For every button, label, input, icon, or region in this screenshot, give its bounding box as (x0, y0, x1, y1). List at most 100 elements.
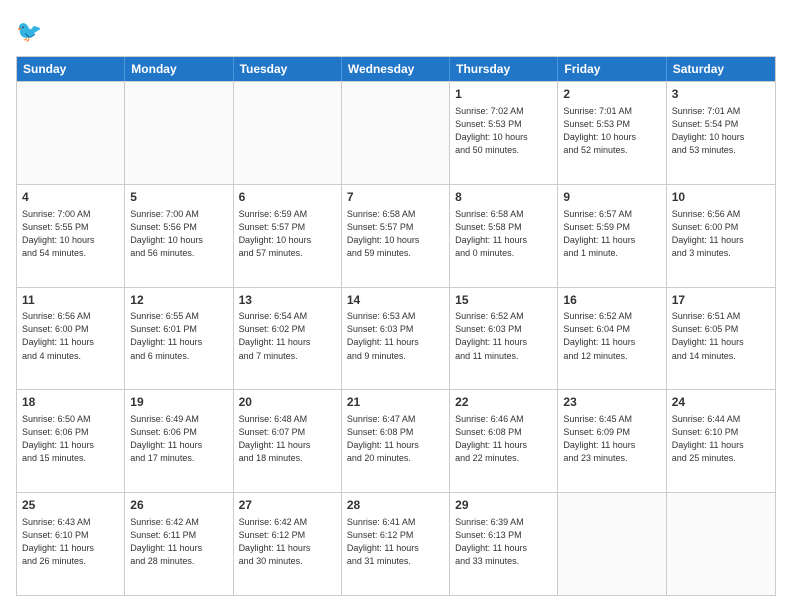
calendar-cell-r1-c6: 2Sunrise: 7:01 AM Sunset: 5:53 PM Daylig… (558, 82, 666, 184)
calendar-cell-r1-c2 (125, 82, 233, 184)
calendar-cell-r5-c2: 26 Sunrise: 6:42 AM Sunset: 6:11 PM Dayli… (125, 493, 233, 595)
day-number: 16 (563, 292, 660, 309)
header-sunday: Sunday (17, 57, 125, 81)
day-number: 21 (347, 394, 444, 411)
calendar-cell-r5-c4: 28Sunrise: 6:41 AM Sunset: 6:12 PM Dayli… (342, 493, 450, 595)
day-number: 18 (22, 394, 119, 411)
calendar-cell-r5-c6 (558, 493, 666, 595)
day-number: 20 (239, 394, 336, 411)
header-friday: Friday (558, 57, 666, 81)
calendar-cell-r2-c2: 5 Sunrise: 7:00 AM Sunset: 5:56 PM Daylig… (125, 185, 233, 287)
calendar-cell-r4-c3: 20 Sunrise: 6:48 AM Sunset: 6:07 PM Dayli… (234, 390, 342, 492)
day-number: 4 (22, 189, 119, 206)
day-info: Sunrise: 6:51 AM Sunset: 6:05 PM Dayligh… (672, 310, 770, 362)
day-info: Sunrise: 6:45 AM Sunset: 6:09 PM Dayligh… (563, 413, 660, 465)
day-number: 1 (455, 86, 552, 103)
day-info: Sunrise: 6:56 AM Sunset: 6:00 PM Dayligh… (672, 208, 770, 260)
day-info: Sunrise: 7:02 AM Sunset: 5:53 PM Dayligh… (455, 105, 552, 157)
calendar-cell-r5-c5: 29Sunrise: 6:39 AM Sunset: 6:13 PM Dayli… (450, 493, 558, 595)
logo: 🐦 (16, 16, 50, 46)
day-number: 19 (130, 394, 227, 411)
calendar-header: Sunday Monday Tuesday Wednesday Thursday… (17, 57, 775, 81)
header-monday: Monday (125, 57, 233, 81)
day-info: Sunrise: 6:58 AM Sunset: 5:58 PM Dayligh… (455, 208, 552, 260)
day-number: 11 (22, 292, 119, 309)
day-info: Sunrise: 6:53 AM Sunset: 6:03 PM Dayligh… (347, 310, 444, 362)
calendar-cell-r2-c5: 8Sunrise: 6:58 AM Sunset: 5:58 PM Daylig… (450, 185, 558, 287)
day-info: Sunrise: 6:43 AM Sunset: 6:10 PM Dayligh… (22, 516, 119, 568)
calendar-cell-r2-c1: 4 Sunrise: 7:00 AM Sunset: 5:55 PM Daylig… (17, 185, 125, 287)
calendar-cell-r4-c7: 24 Sunrise: 6:44 AM Sunset: 6:10 PM Dayli… (667, 390, 775, 492)
day-info: Sunrise: 6:44 AM Sunset: 6:10 PM Dayligh… (672, 413, 770, 465)
day-info: Sunrise: 6:52 AM Sunset: 6:03 PM Dayligh… (455, 310, 552, 362)
day-info: Sunrise: 6:42 AM Sunset: 6:11 PM Dayligh… (130, 516, 227, 568)
calendar-cell-r4-c2: 19 Sunrise: 6:49 AM Sunset: 6:06 PM Dayli… (125, 390, 233, 492)
day-info: Sunrise: 6:49 AM Sunset: 6:06 PM Dayligh… (130, 413, 227, 465)
header-saturday: Saturday (667, 57, 775, 81)
day-info: Sunrise: 6:52 AM Sunset: 6:04 PM Dayligh… (563, 310, 660, 362)
calendar-cell-r1-c5: 1 Sunrise: 7:02 AM Sunset: 5:53 PM Daylig… (450, 82, 558, 184)
calendar-cell-r3-c5: 15Sunrise: 6:52 AM Sunset: 6:03 PM Dayli… (450, 288, 558, 390)
calendar-cell-r2-c3: 6 Sunrise: 6:59 AM Sunset: 5:57 PM Daylig… (234, 185, 342, 287)
day-info: Sunrise: 6:56 AM Sunset: 6:00 PM Dayligh… (22, 310, 119, 362)
calendar-body: 1 Sunrise: 7:02 AM Sunset: 5:53 PM Daylig… (17, 81, 775, 595)
day-info: Sunrise: 7:00 AM Sunset: 5:55 PM Dayligh… (22, 208, 119, 260)
calendar-row-2: 4 Sunrise: 7:00 AM Sunset: 5:55 PM Daylig… (17, 184, 775, 287)
day-number: 17 (672, 292, 770, 309)
day-number: 15 (455, 292, 552, 309)
calendar-cell-r4-c1: 18 Sunrise: 6:50 AM Sunset: 6:06 PM Dayli… (17, 390, 125, 492)
calendar-cell-r3-c4: 14Sunrise: 6:53 AM Sunset: 6:03 PM Dayli… (342, 288, 450, 390)
calendar-cell-r3-c1: 11Sunrise: 6:56 AM Sunset: 6:00 PM Dayli… (17, 288, 125, 390)
calendar-row-1: 1 Sunrise: 7:02 AM Sunset: 5:53 PM Daylig… (17, 81, 775, 184)
day-info: Sunrise: 7:00 AM Sunset: 5:56 PM Dayligh… (130, 208, 227, 260)
calendar-cell-r1-c7: 3Sunrise: 7:01 AM Sunset: 5:54 PM Daylig… (667, 82, 775, 184)
day-info: Sunrise: 6:54 AM Sunset: 6:02 PM Dayligh… (239, 310, 336, 362)
day-info: Sunrise: 6:39 AM Sunset: 6:13 PM Dayligh… (455, 516, 552, 568)
calendar-cell-r2-c7: 10 Sunrise: 6:56 AM Sunset: 6:00 PM Dayli… (667, 185, 775, 287)
day-number: 25 (22, 497, 119, 514)
calendar-cell-r4-c6: 23 Sunrise: 6:45 AM Sunset: 6:09 PM Dayli… (558, 390, 666, 492)
day-number: 27 (239, 497, 336, 514)
logo-icon: 🐦 (16, 16, 46, 46)
calendar-cell-r3-c3: 13Sunrise: 6:54 AM Sunset: 6:02 PM Dayli… (234, 288, 342, 390)
header-tuesday: Tuesday (234, 57, 342, 81)
day-info: Sunrise: 6:46 AM Sunset: 6:08 PM Dayligh… (455, 413, 552, 465)
calendar-cell-r1-c3 (234, 82, 342, 184)
calendar-row-4: 18 Sunrise: 6:50 AM Sunset: 6:06 PM Dayli… (17, 389, 775, 492)
header: 🐦 (16, 16, 776, 46)
header-thursday: Thursday (450, 57, 558, 81)
day-number: 23 (563, 394, 660, 411)
day-number: 12 (130, 292, 227, 309)
day-number: 24 (672, 394, 770, 411)
day-number: 22 (455, 394, 552, 411)
day-info: Sunrise: 6:58 AM Sunset: 5:57 PM Dayligh… (347, 208, 444, 260)
day-info: Sunrise: 6:59 AM Sunset: 5:57 PM Dayligh… (239, 208, 336, 260)
day-number: 10 (672, 189, 770, 206)
day-number: 14 (347, 292, 444, 309)
header-wednesday: Wednesday (342, 57, 450, 81)
day-number: 13 (239, 292, 336, 309)
day-number: 9 (563, 189, 660, 206)
day-info: Sunrise: 6:50 AM Sunset: 6:06 PM Dayligh… (22, 413, 119, 465)
day-info: Sunrise: 6:57 AM Sunset: 5:59 PM Dayligh… (563, 208, 660, 260)
calendar-cell-r1-c1 (17, 82, 125, 184)
calendar-cell-r3-c6: 16Sunrise: 6:52 AM Sunset: 6:04 PM Dayli… (558, 288, 666, 390)
day-info: Sunrise: 6:41 AM Sunset: 6:12 PM Dayligh… (347, 516, 444, 568)
calendar-cell-r4-c4: 21 Sunrise: 6:47 AM Sunset: 6:08 PM Dayli… (342, 390, 450, 492)
page: 🐦 Sunday Monday Tuesday Wednesday Thursd… (0, 0, 792, 612)
day-number: 7 (347, 189, 444, 206)
day-info: Sunrise: 6:48 AM Sunset: 6:07 PM Dayligh… (239, 413, 336, 465)
day-number: 26 (130, 497, 227, 514)
calendar-cell-r4-c5: 22 Sunrise: 6:46 AM Sunset: 6:08 PM Dayli… (450, 390, 558, 492)
day-info: Sunrise: 6:47 AM Sunset: 6:08 PM Dayligh… (347, 413, 444, 465)
calendar-cell-r3-c2: 12Sunrise: 6:55 AM Sunset: 6:01 PM Dayli… (125, 288, 233, 390)
calendar-row-5: 25 Sunrise: 6:43 AM Sunset: 6:10 PM Dayli… (17, 492, 775, 595)
day-number: 5 (130, 189, 227, 206)
svg-text:🐦: 🐦 (16, 21, 42, 44)
calendar-cell-r5-c7 (667, 493, 775, 595)
calendar-cell-r1-c4 (342, 82, 450, 184)
calendar-cell-r3-c7: 17Sunrise: 6:51 AM Sunset: 6:05 PM Dayli… (667, 288, 775, 390)
day-info: Sunrise: 7:01 AM Sunset: 5:53 PM Dayligh… (563, 105, 660, 157)
day-number: 6 (239, 189, 336, 206)
calendar: Sunday Monday Tuesday Wednesday Thursday… (16, 56, 776, 596)
